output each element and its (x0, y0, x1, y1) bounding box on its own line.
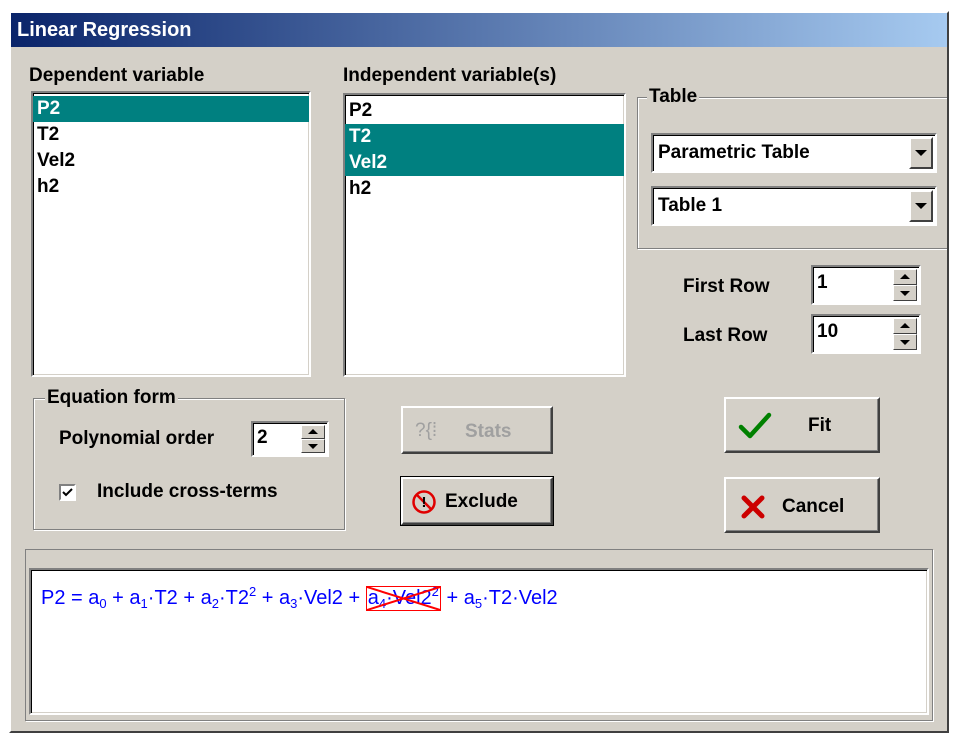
cancel-button[interactable]: Cancel (724, 477, 880, 533)
independent-item-p2[interactable]: P2 (345, 98, 624, 124)
cross-terms-checkbox[interactable] (59, 484, 76, 501)
chevron-down-icon (915, 150, 927, 156)
first-row-label: First Row (683, 276, 770, 297)
no-entry-icon: ! (412, 490, 436, 514)
independent-variable-label: Independent variable(s) (343, 65, 557, 86)
stats-button-label: Stats (465, 421, 512, 442)
polynomial-order-up-button[interactable] (301, 425, 325, 439)
table-type-value: Parametric Table (658, 142, 810, 163)
cross-terms-label[interactable]: Include cross-terms (97, 481, 278, 503)
eq-text: ·T2 + a (147, 587, 212, 609)
table-name-select[interactable]: Table 1 (651, 186, 937, 226)
table-group (637, 97, 947, 249)
equation-display: P2 = a0 + a1·T2 + a2·T22 + a3·Vel2 + a4·… (29, 568, 929, 715)
fit-button-label: Fit (808, 415, 832, 436)
eq-text: + a (440, 587, 475, 609)
svg-text:!: ! (422, 494, 427, 511)
independent-variable-list[interactable]: P2 T2 Vel2 h2 (343, 93, 626, 377)
cancel-button-label: Cancel (782, 496, 845, 517)
eq-text: ·T2·Vel2 (482, 587, 558, 609)
polynomial-order-stepper[interactable]: 2 (251, 421, 329, 457)
table-group-label: Table (647, 86, 700, 108)
chevron-down-icon (308, 444, 318, 449)
table-type-dropdown-button[interactable] (909, 137, 933, 169)
last-row-up-button[interactable] (893, 318, 917, 334)
last-row-label: Last Row (683, 325, 768, 346)
last-row-value: 10 (817, 321, 839, 342)
equation-form-group (33, 398, 345, 530)
dependent-item-h2[interactable]: h2 (33, 174, 309, 200)
polynomial-order-down-button[interactable] (301, 439, 325, 453)
stats-button[interactable]: ?{⁞ Stats (401, 406, 553, 454)
dependent-item-t2[interactable]: T2 (33, 122, 309, 148)
chevron-up-icon (900, 323, 910, 328)
independent-item-h2[interactable]: h2 (345, 176, 624, 202)
chevron-up-icon (308, 429, 318, 434)
first-row-up-button[interactable] (893, 269, 917, 285)
checkmark-icon (62, 488, 73, 497)
chevron-up-icon (900, 274, 910, 279)
last-row-stepper[interactable]: 10 (811, 314, 921, 354)
eq-text: ·Vel2 + (297, 587, 366, 609)
independent-item-t2[interactable]: T2 (345, 124, 624, 150)
eq-text: ·T2 (218, 587, 249, 609)
regression-equation: P2 = a0 + a1·T2 + a2·T22 + a3·Vel2 + a4·… (41, 585, 558, 611)
eq-subscript: 2 (211, 596, 219, 611)
polynomial-order-value: 2 (257, 427, 268, 448)
check-icon (738, 412, 772, 439)
eq-text: + a (106, 587, 141, 609)
close-icon (741, 495, 765, 519)
equation-form-label: Equation form (45, 387, 178, 409)
eq-subscript: 1 (140, 596, 148, 611)
dependent-variable-label: Dependent variable (29, 65, 205, 86)
table-type-select[interactable]: Parametric Table (651, 133, 937, 173)
fit-button[interactable]: Fit (724, 397, 880, 453)
polynomial-order-label: Polynomial order (59, 428, 215, 449)
eq-subscript: 0 (99, 596, 107, 611)
table-name-value: Table 1 (658, 195, 723, 216)
strike-cross-icon (367, 587, 440, 610)
eq-subscript: 5 (474, 596, 483, 611)
excluded-term[interactable]: a4·Vel22 (365, 585, 441, 611)
eq-text: + a (256, 587, 291, 609)
first-row-stepper[interactable]: 1 (811, 265, 921, 305)
chevron-down-icon (915, 203, 927, 209)
last-row-down-button[interactable] (893, 334, 917, 350)
exclude-button[interactable]: ! Exclude (400, 476, 554, 526)
dependent-item-vel2[interactable]: Vel2 (33, 148, 309, 174)
linear-regression-dialog: Linear Regression Dependent variable P2 … (9, 11, 949, 733)
first-row-down-button[interactable] (893, 285, 917, 301)
eq-text: P2 = a (41, 587, 100, 609)
chevron-down-icon (900, 340, 910, 345)
title-bar: Linear Regression (11, 13, 947, 47)
independent-item-vel2[interactable]: Vel2 (345, 150, 624, 176)
stats-icon: ?{⁞ (415, 420, 438, 441)
table-name-dropdown-button[interactable] (909, 190, 933, 222)
dependent-item-p2[interactable]: P2 (33, 96, 309, 122)
exclude-button-label: Exclude (445, 491, 518, 512)
dependent-variable-list[interactable]: P2 T2 Vel2 h2 (31, 91, 311, 377)
first-row-value: 1 (817, 272, 828, 293)
chevron-down-icon (900, 291, 910, 296)
